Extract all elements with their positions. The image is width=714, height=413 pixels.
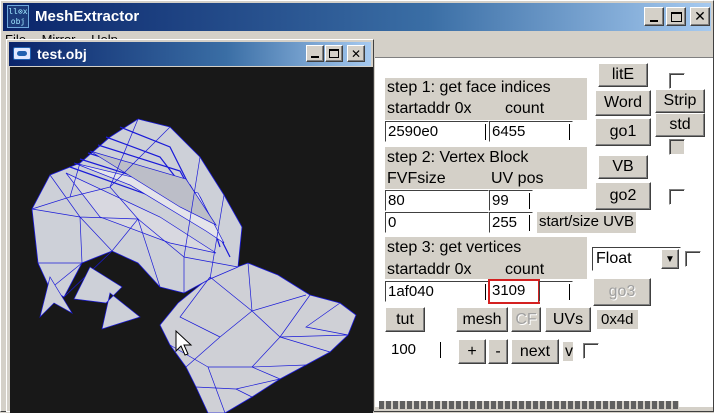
vb-button[interactable]: VB xyxy=(598,155,648,179)
uvb-start-input[interactable]: 0 xyxy=(385,212,489,233)
close-icon: ✕ xyxy=(694,8,706,25)
step1-count-label: count xyxy=(505,100,545,117)
lite-checkbox[interactable] xyxy=(669,73,685,89)
word-button[interactable]: Word xyxy=(595,90,651,116)
v-label: v xyxy=(563,342,573,361)
step1-startaddr-input[interactable]: 2590e0 xyxy=(385,121,489,142)
minimize-icon xyxy=(311,56,319,58)
mesh-button[interactable]: mesh xyxy=(456,307,508,332)
step3-heading: step 3: get vertices xyxy=(387,239,522,256)
format-select[interactable]: Float ▼ xyxy=(592,247,681,271)
obj-file-icon xyxy=(13,47,31,60)
next-button[interactable]: next xyxy=(511,339,559,364)
v-checkbox[interactable] xyxy=(583,343,599,359)
maximize-button[interactable] xyxy=(666,7,686,26)
minimize-button[interactable] xyxy=(644,7,664,26)
child-window: test.obj ✕ xyxy=(6,39,374,413)
tut-button[interactable]: tut xyxy=(385,307,425,332)
step3-count-input-tail[interactable] xyxy=(539,281,573,302)
plus-button[interactable]: + xyxy=(458,339,486,364)
minimize-icon xyxy=(650,19,658,22)
uvs-button[interactable]: UVs xyxy=(545,307,591,332)
mesh-viewport[interactable] xyxy=(10,67,373,413)
uvb-label: start/size UVB xyxy=(537,212,637,233)
step1-startaddr-label: startaddr 0x xyxy=(387,100,472,117)
mesh-render xyxy=(31,118,357,413)
hex-label: 0x4d xyxy=(597,310,638,329)
maximize-icon xyxy=(329,49,339,58)
step-value-input[interactable]: 100 xyxy=(389,340,443,362)
fvfsize-input[interactable]: 80 xyxy=(385,190,489,211)
maximize-icon xyxy=(670,11,682,22)
format-select-value: Float xyxy=(596,250,632,267)
app-icon-text-bottom: obj xyxy=(10,17,26,26)
go2-checkbox[interactable] xyxy=(669,189,685,205)
child-title: test.obj xyxy=(37,46,87,62)
child-maximize-button[interactable] xyxy=(325,45,343,62)
minus-button[interactable]: - xyxy=(488,339,508,364)
status-strip xyxy=(379,401,679,409)
format-checkbox[interactable] xyxy=(685,251,701,267)
chevron-down-icon: ▼ xyxy=(665,253,675,265)
main-titlebar[interactable]: ll⊗x obj MeshExtractor xyxy=(3,3,711,31)
step3-count-label: count xyxy=(505,261,545,278)
strip-button[interactable]: Strip xyxy=(655,89,705,113)
go2-button[interactable]: go2 xyxy=(595,182,651,210)
child-close-button[interactable]: ✕ xyxy=(347,45,365,62)
uvpos-input[interactable]: 99 xyxy=(489,190,533,211)
lite-button[interactable]: litE xyxy=(598,63,648,87)
step1-count-input[interactable]: 6455 xyxy=(489,121,573,142)
app-icon-text-top: ll⊗x xyxy=(8,7,28,16)
close-icon: ✕ xyxy=(350,46,362,61)
close-button[interactable]: ✕ xyxy=(690,7,710,26)
step3-startaddr-label: startaddr 0x xyxy=(387,261,472,278)
app-title: MeshExtractor xyxy=(35,8,140,25)
step2-fvfsize-label: FVFsize xyxy=(387,170,446,187)
std-button[interactable]: std xyxy=(655,113,705,137)
step3-startaddr-input[interactable]: 1af040 xyxy=(385,281,489,302)
app-icon: ll⊗x obj xyxy=(7,5,29,28)
go1-button[interactable]: go1 xyxy=(595,118,651,146)
step2-uvpos-label: UV pos xyxy=(491,170,544,187)
std-checkbox[interactable] xyxy=(669,139,685,155)
step1-heading: step 1: get face indices xyxy=(387,79,551,96)
go3-button[interactable]: go3 xyxy=(593,278,651,306)
uvb-size-input[interactable]: 255 xyxy=(489,212,533,233)
step3-count-input[interactable]: 3109 xyxy=(488,279,540,304)
format-select-dropdown[interactable]: ▼ xyxy=(661,249,679,269)
child-minimize-button[interactable] xyxy=(306,45,324,62)
cf-button[interactable]: CF xyxy=(511,307,541,332)
step2-heading: step 2: Vertex Block xyxy=(387,149,529,166)
